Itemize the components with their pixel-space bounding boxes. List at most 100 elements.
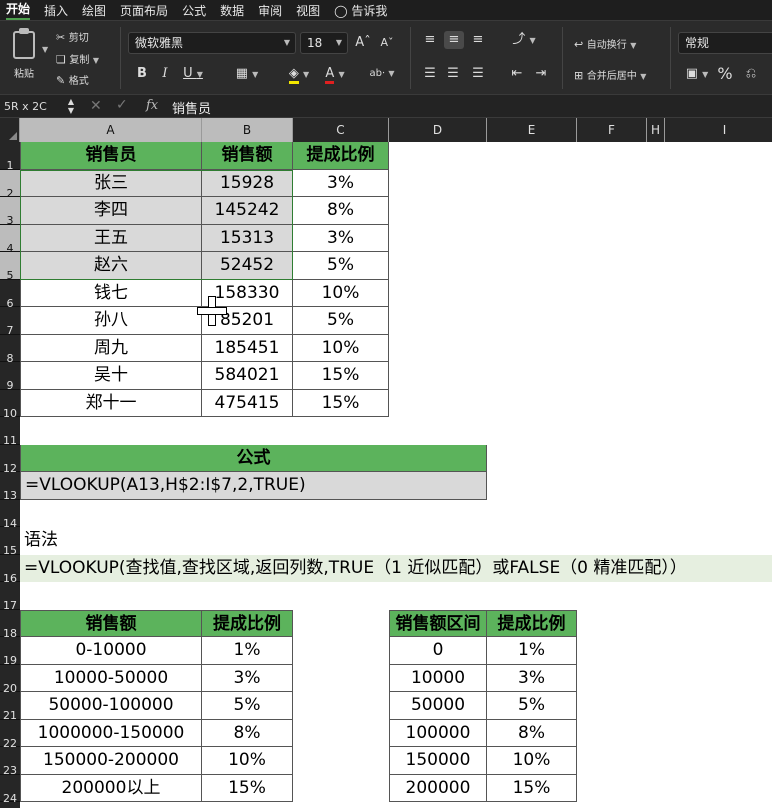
table1-data-cell[interactable]: 10% bbox=[293, 279, 389, 307]
row-header[interactable]: 18 bbox=[0, 610, 20, 640]
tab-tell-me[interactable]: ◯ 告诉我 bbox=[334, 2, 387, 19]
row-header[interactable]: 21 bbox=[0, 692, 20, 722]
table3-data-cell[interactable]: 50000 bbox=[389, 692, 487, 720]
table2-data-cell[interactable]: 10% bbox=[202, 747, 293, 775]
table1-data-cell[interactable]: 孙八 bbox=[20, 307, 202, 335]
row-header[interactable]: 20 bbox=[0, 665, 20, 695]
table3-data-cell[interactable]: 0 bbox=[389, 637, 487, 665]
table1-data-cell[interactable]: 15% bbox=[293, 362, 389, 390]
row-header[interactable]: 16 bbox=[0, 555, 20, 585]
phonetic-button[interactable]: ab⋅ ▼ bbox=[364, 65, 400, 83]
table1-data-cell[interactable]: 钱七 bbox=[20, 279, 202, 307]
table1-header-cell[interactable]: 销售员 bbox=[20, 142, 202, 170]
tab-draw[interactable]: 绘图 bbox=[82, 2, 106, 19]
align-bottom-button[interactable]: ≡ bbox=[469, 31, 487, 49]
table2-data-cell[interactable]: 200000以上 bbox=[20, 774, 202, 802]
column-header-d[interactable]: D bbox=[389, 118, 487, 142]
table1-header-cell[interactable]: 销售额 bbox=[202, 142, 293, 170]
tab-view[interactable]: 视图 bbox=[296, 2, 320, 19]
orientation-button[interactable]: ⤴ ▼ bbox=[508, 31, 540, 50]
table2-data-cell[interactable]: 1000000-150000 bbox=[20, 719, 202, 747]
font-color-button[interactable]: A ▼ bbox=[318, 65, 352, 84]
row-header[interactable]: 5 bbox=[0, 252, 20, 282]
row-header[interactable]: 22 bbox=[0, 720, 20, 750]
syntax-label-cell[interactable]: 语法 bbox=[20, 527, 120, 555]
row-header[interactable]: 13 bbox=[0, 472, 20, 502]
table1-data-cell[interactable]: 15313 bbox=[202, 224, 293, 252]
fill-color-button[interactable]: ◈ ▼ bbox=[282, 65, 316, 84]
table3-data-cell[interactable]: 15% bbox=[487, 774, 577, 802]
table2-data-cell[interactable]: 15% bbox=[202, 774, 293, 802]
row-header[interactable]: 24 bbox=[0, 775, 20, 805]
column-header-a[interactable]: A bbox=[20, 118, 202, 142]
formula-input[interactable]: 销售员 bbox=[172, 98, 211, 117]
table3-data-cell[interactable]: 150000 bbox=[389, 747, 487, 775]
paste-dropdown-icon[interactable]: ▼ bbox=[42, 45, 48, 54]
formula-title-cell[interactable]: 公式 bbox=[20, 444, 487, 472]
increase-font-size-button[interactable]: Aˆ bbox=[354, 34, 372, 52]
tab-home[interactable]: 开始 bbox=[6, 0, 31, 20]
worksheet-grid[interactable]: 销售员 销售额 提成比例 张三 15928 3% 李四 145242 8% 王五 15313 3% 赵六… bbox=[20, 142, 772, 808]
row-header[interactable]: 3 bbox=[0, 197, 20, 227]
table1-data-cell[interactable]: 15% bbox=[293, 389, 389, 417]
table1-data-cell[interactable]: 145242 bbox=[202, 197, 293, 225]
bold-button[interactable]: B bbox=[134, 65, 150, 83]
row-header[interactable]: 8 bbox=[0, 335, 20, 365]
column-header-i[interactable]: I bbox=[665, 118, 772, 142]
borders-button[interactable]: ▦ ▼ bbox=[230, 65, 264, 84]
table1-data-cell[interactable]: 吴十 bbox=[20, 362, 202, 390]
table2-data-cell[interactable]: 8% bbox=[202, 719, 293, 747]
row-header[interactable]: 17 bbox=[0, 582, 20, 612]
table3-data-cell[interactable]: 1% bbox=[487, 637, 577, 665]
table3-data-cell[interactable]: 10000 bbox=[389, 664, 487, 692]
table3-data-cell[interactable]: 8% bbox=[487, 719, 577, 747]
row-header[interactable]: 7 bbox=[0, 307, 20, 337]
row-header[interactable]: 14 bbox=[0, 500, 20, 530]
font-size-select[interactable]: 18 ▼ bbox=[300, 32, 348, 54]
table1-data-cell[interactable]: 周九 bbox=[20, 334, 202, 362]
table2-data-cell[interactable]: 10000-50000 bbox=[20, 664, 202, 692]
table2-header-cell[interactable]: 提成比例 bbox=[202, 609, 293, 637]
align-center-button[interactable]: ☰ bbox=[444, 65, 462, 83]
row-header[interactable]: 4 bbox=[0, 224, 20, 255]
table3-data-cell[interactable]: 100000 bbox=[389, 719, 487, 747]
table1-data-cell[interactable]: 李四 bbox=[20, 197, 202, 225]
table1-data-cell[interactable]: 8% bbox=[293, 197, 389, 225]
percent-style-button[interactable]: % bbox=[716, 65, 734, 83]
function-icon[interactable]: fx bbox=[146, 98, 158, 113]
row-header[interactable]: 6 bbox=[0, 280, 20, 310]
tab-page-layout[interactable]: 页面布局 bbox=[120, 2, 168, 19]
table1-data-cell[interactable]: 15928 bbox=[202, 169, 293, 197]
table1-data-cell[interactable]: 475415 bbox=[202, 389, 293, 417]
currency-format-button[interactable]: ▣ ▼ bbox=[680, 65, 714, 84]
row-header[interactable]: 1 bbox=[0, 142, 20, 172]
tab-review[interactable]: 审阅 bbox=[258, 2, 282, 19]
table1-data-cell[interactable]: 5% bbox=[293, 307, 389, 335]
table1-data-cell[interactable]: 52452 bbox=[202, 252, 293, 280]
table2-data-cell[interactable]: 1% bbox=[202, 637, 293, 665]
syntax-text-cell[interactable]: =VLOOKUP(查找值,查找区域,返回列数,TRUE（1 近似匹配）或FALS… bbox=[20, 554, 772, 582]
column-header-h[interactable]: H bbox=[647, 118, 665, 142]
select-all-corner[interactable] bbox=[0, 118, 20, 142]
decrease-font-size-button[interactable]: Aˇ bbox=[378, 34, 396, 52]
row-header[interactable]: 15 bbox=[0, 527, 20, 557]
align-right-button[interactable]: ☰ bbox=[469, 65, 487, 83]
tab-insert[interactable]: 插入 bbox=[44, 2, 68, 19]
row-header[interactable]: 19 bbox=[0, 637, 20, 667]
number-format-select[interactable]: 常规 bbox=[678, 32, 772, 54]
table1-data-cell[interactable]: 584021 bbox=[202, 362, 293, 390]
column-header-f[interactable]: F bbox=[577, 118, 647, 142]
table2-data-cell[interactable]: 50000-100000 bbox=[20, 692, 202, 720]
comma-style-button[interactable]: ⎌ bbox=[742, 65, 760, 83]
table2-data-cell[interactable]: 0-10000 bbox=[20, 637, 202, 665]
table1-data-cell[interactable]: 郑十一 bbox=[20, 389, 202, 417]
wrap-text-button[interactable]: ↩ 自动换行 ▼ bbox=[574, 36, 636, 51]
row-header[interactable]: 2 bbox=[0, 169, 20, 200]
table2-data-cell[interactable]: 3% bbox=[202, 664, 293, 692]
table2-header-cell[interactable]: 销售额 bbox=[20, 609, 202, 637]
table1-data-cell[interactable]: 赵六 bbox=[20, 252, 202, 280]
row-header[interactable]: 23 bbox=[0, 747, 20, 777]
merge-center-button[interactable]: ⊞ 合并后居中 ▼ bbox=[574, 67, 646, 82]
table3-data-cell[interactable]: 5% bbox=[487, 692, 577, 720]
table1-data-cell[interactable]: 3% bbox=[293, 224, 389, 252]
